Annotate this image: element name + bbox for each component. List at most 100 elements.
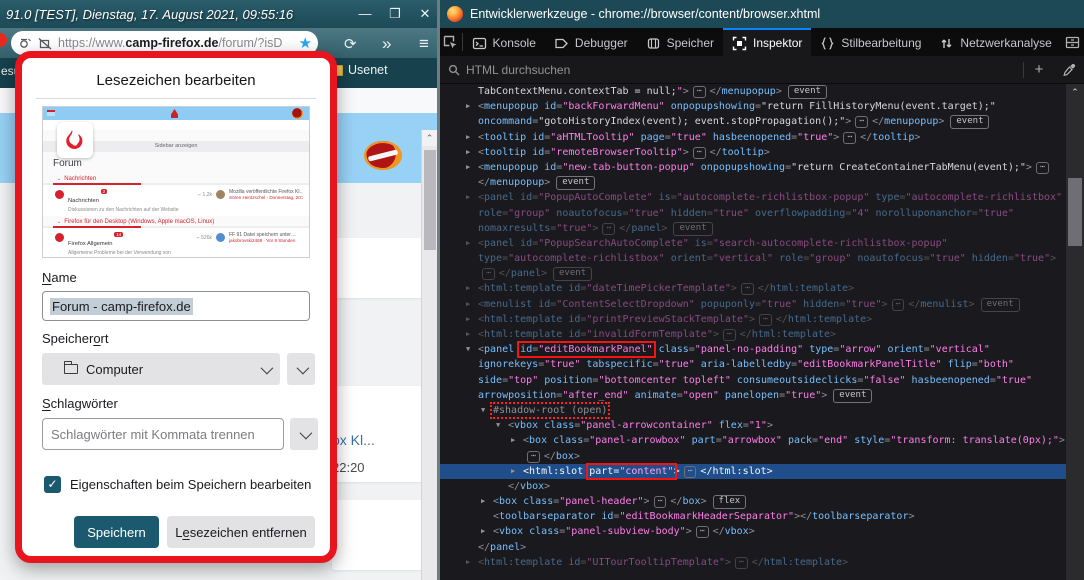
markup-row[interactable]: side="top" position="bottomcenter toplef…: [440, 373, 1066, 388]
markup-row[interactable]: ▶<box class="panel-arrowbox" part="arrow…: [440, 433, 1066, 448]
collapse-twisty-icon[interactable]: ▼: [466, 342, 478, 357]
markup-row[interactable]: ▶<html:template id="UITourTooltipTemplat…: [440, 555, 1066, 570]
overflow-icon[interactable]: »: [382, 34, 391, 54]
event-badge[interactable]: event: [950, 115, 989, 129]
expand-twisty-icon[interactable]: ▶: [466, 312, 478, 327]
expand-ellipsis[interactable]: ⋯: [1036, 162, 1049, 174]
markup-row[interactable]: <toolbarseparator id="editBookmarkHeader…: [440, 509, 1066, 524]
permissions-icon[interactable]: [19, 37, 32, 50]
scroll-up-arrow[interactable]: ⌃: [422, 130, 437, 146]
event-badge[interactable]: event: [833, 389, 872, 403]
expand-twisty-icon[interactable]: ▶: [511, 433, 523, 448]
remove-bookmark-button[interactable]: Lesezeichen entfernen: [167, 516, 315, 548]
expand-ellipsis[interactable]: ⋯: [759, 314, 772, 326]
markup-row[interactable]: </menupopup>event: [440, 175, 1066, 190]
scrollbar-thumb[interactable]: [424, 150, 436, 250]
markup-row[interactable]: ▶<panel id="PopupSearchAutoComplete" is=…: [440, 236, 1066, 251]
collapse-twisty-icon[interactable]: ▼: [496, 418, 508, 433]
flex-badge[interactable]: flex: [713, 495, 747, 509]
add-node-button[interactable]: +: [1024, 61, 1054, 78]
tags-field[interactable]: Schlagwörter mit Kommata trennen: [42, 418, 284, 450]
markup-row[interactable]: TabContextMenu.contextTab = null;">⋯</me…: [440, 84, 1066, 99]
markup-row[interactable]: ▶<menupopup id="new-tab-button-popup" on…: [440, 160, 1066, 175]
markup-row[interactable]: ▶<html:template id="invalidFormTemplate"…: [440, 327, 1066, 342]
expand-twisty-icon[interactable]: ▶: [466, 160, 478, 175]
markup-row[interactable]: ▶<tooltip id="aHTMLTooltip" page="true" …: [440, 130, 1066, 145]
tab-netzwerkanalyse[interactable]: Netzwerkanalyse: [930, 28, 1060, 56]
expand-twisty-icon[interactable]: ▶: [511, 464, 523, 479]
markup-row[interactable]: oncommand="gotoHistoryIndex(event); even…: [440, 114, 1066, 129]
markup-row-selected[interactable]: ▶<html:slot part="content">⋯</html:slot>: [440, 464, 1066, 479]
event-badge[interactable]: event: [788, 85, 827, 99]
expand-twisty-icon[interactable]: ▶: [466, 327, 478, 342]
close-button[interactable]: ✕: [410, 3, 440, 25]
expand-twisty-icon[interactable]: ▶: [466, 281, 478, 296]
expand-ellipsis[interactable]: ⋯: [855, 116, 868, 128]
scroll-up-arrow[interactable]: ⌃: [1066, 84, 1084, 100]
name-field[interactable]: Forum - camp-firefox.de: [42, 291, 310, 321]
edit-on-save-row[interactable]: ✓ Eigenschaften beim Speichern bearbeite…: [44, 476, 311, 493]
tab-konsole[interactable]: Konsole: [463, 28, 545, 56]
maximize-button[interactable]: ❐: [380, 3, 410, 25]
expand-ellipsis[interactable]: ⋯: [741, 283, 754, 295]
url-text[interactable]: https://www.camp-firefox.de/forum/?isD: [58, 36, 295, 50]
tags-expander-button[interactable]: [290, 418, 318, 450]
tab-stilbearbeitung[interactable]: Stilbearbeitung: [811, 28, 930, 56]
markup-row[interactable]: ▼<vbox class="panel-arrowcontainer" flex…: [440, 418, 1066, 433]
event-badge[interactable]: event: [673, 222, 712, 236]
markup-row[interactable]: nomaxresults="true">⋯</panel>event: [440, 221, 1066, 236]
tab-speicher[interactable]: Speicher: [637, 28, 723, 56]
expand-ellipsis[interactable]: ⋯: [482, 268, 495, 280]
expand-ellipsis[interactable]: ⋯: [654, 496, 667, 508]
expand-ellipsis[interactable]: ⋯: [843, 132, 856, 144]
pick-element-button[interactable]: [440, 28, 462, 56]
eyedropper-icon[interactable]: [1054, 63, 1084, 76]
markup-row[interactable]: ▶<vbox class="panel-subview-body">⋯</vbo…: [440, 524, 1066, 539]
markup-row[interactable]: ▶<box class="panel-header">⋯</box>flex: [440, 494, 1066, 509]
markup-row[interactable]: ▼#shadow-root (open): [440, 403, 1066, 418]
markup-row[interactable]: ▶<tooltip id="remoteBrowserTooltip">⋯</t…: [440, 145, 1066, 160]
save-button[interactable]: Speichern: [74, 516, 159, 548]
markup-row[interactable]: ⋯</box>: [440, 449, 1066, 464]
markup-row[interactable]: ⋯</panel>event: [440, 266, 1066, 281]
markup-row[interactable]: type="autocomplete-richlistbox" orient="…: [440, 251, 1066, 266]
reload-icon[interactable]: ⟳: [344, 35, 357, 53]
html-search-input[interactable]: HTML durchsuchen: [440, 63, 1023, 77]
expand-ellipsis[interactable]: ⋯: [693, 147, 706, 159]
markup-row[interactable]: arrowposition="after_end" animate="open"…: [440, 388, 1066, 403]
markup-row[interactable]: ▶<menupopup id="backForwardMenu" onpopup…: [440, 99, 1066, 114]
markup-row[interactable]: </vbox>: [440, 479, 1066, 494]
tab-inspektor[interactable]: Inspektor: [723, 28, 811, 56]
markup-row[interactable]: ▶<html:template id="dateTimePickerTempla…: [440, 281, 1066, 296]
collapse-twisty-icon[interactable]: ▼: [481, 403, 493, 418]
expand-ellipsis[interactable]: ⋯: [693, 86, 706, 98]
markup-row[interactable]: ignorekeys="true" tabspecific="true" ari…: [440, 357, 1066, 372]
event-badge[interactable]: event: [981, 298, 1020, 312]
expand-twisty-icon[interactable]: ▶: [466, 130, 478, 145]
markup-row[interactable]: ▶<html:template id="printPreviewStackTem…: [440, 312, 1066, 327]
page-scrollbar[interactable]: ⌃: [421, 130, 437, 580]
markup-row[interactable]: role="group" noautofocus="true" hidden="…: [440, 206, 1066, 221]
markup-row[interactable]: ▶<menulist id="ContentSelectDropdown" po…: [440, 297, 1066, 312]
expand-ellipsis[interactable]: ⋯: [684, 466, 697, 478]
expand-ellipsis[interactable]: ⋯: [696, 526, 709, 538]
tab-debugger[interactable]: Debugger: [545, 28, 637, 56]
expand-twisty-icon[interactable]: ▶: [481, 494, 493, 509]
expand-twisty-icon[interactable]: ▶: [466, 555, 478, 570]
event-badge[interactable]: event: [556, 176, 595, 190]
folder-expander-button[interactable]: [287, 353, 315, 385]
expand-twisty-icon[interactable]: ▶: [466, 236, 478, 251]
markup-row[interactable]: </panel>: [440, 540, 1066, 555]
forum-link-fragment[interactable]: ox Kl...: [332, 432, 375, 448]
markup-row[interactable]: ▼<panel id="editBookmarkPanel" class="pa…: [440, 342, 1066, 357]
expand-twisty-icon[interactable]: ▶: [466, 145, 478, 160]
expand-ellipsis[interactable]: ⋯: [892, 299, 905, 311]
scrollbar-thumb[interactable]: [1068, 178, 1082, 246]
markup-row[interactable]: ▶<panel id="PopupAutoComplete" is="autoc…: [440, 190, 1066, 205]
blocked-content-icon[interactable]: [38, 37, 52, 50]
event-badge[interactable]: event: [553, 267, 592, 281]
minimize-button[interactable]: —: [350, 3, 380, 25]
menu-icon[interactable]: ≡: [419, 34, 429, 54]
expand-twisty-icon[interactable]: ▶: [466, 297, 478, 312]
expand-ellipsis[interactable]: ⋯: [735, 557, 748, 569]
